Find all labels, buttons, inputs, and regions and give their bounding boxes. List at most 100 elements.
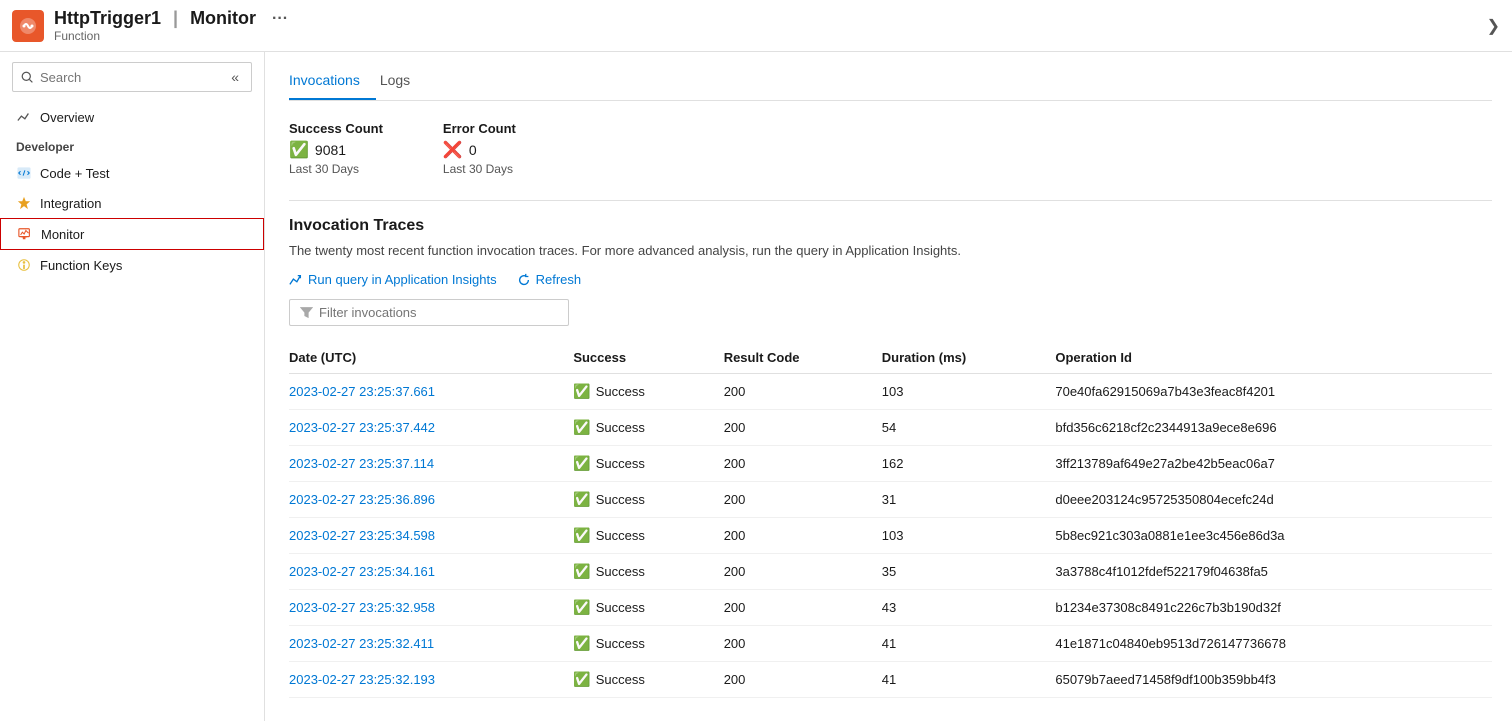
cell-result-code: 200 [724,518,882,554]
sidebar-label-monitor: Monitor [41,227,84,242]
cell-success: ✅ Success [573,410,723,446]
date-link[interactable]: 2023-02-27 23:25:37.114 [289,456,434,471]
tab-invocations[interactable]: Invocations [289,64,376,100]
cell-operation-id: bfd356c6218cf2c2344913a9ece8e696 [1055,410,1492,446]
error-x-icon: ❌ [443,140,463,160]
monitor-icon [17,226,33,242]
success-count-value: ✅ 9081 [289,140,383,160]
cell-date: 2023-02-27 23:25:32.411 [289,626,573,662]
row-success-label: Success [596,456,645,471]
integration-icon [16,195,32,211]
function-icon [18,16,38,36]
search-box[interactable]: « [12,62,252,92]
cell-success: ✅ Success [573,374,723,410]
col-result-code: Result Code [724,342,882,374]
expand-button[interactable]: ❯ [1487,16,1500,36]
date-link[interactable]: 2023-02-27 23:25:34.161 [289,564,435,579]
cell-date: 2023-02-27 23:25:37.442 [289,410,573,446]
filter-icon [300,306,313,319]
app-icon [12,10,44,42]
sidebar-item-monitor[interactable]: Monitor [0,218,264,250]
filter-input-box[interactable] [289,299,569,326]
collapse-button[interactable]: « [227,67,243,87]
tab-logs[interactable]: Logs [380,64,426,100]
section-description: The twenty most recent function invocati… [289,243,1492,258]
sidebar-label-function-keys: Function Keys [40,258,122,273]
cell-result-code: 200 [724,554,882,590]
table-row: 2023-02-27 23:25:37.114 ✅ Success 200 16… [289,446,1492,482]
cell-date: 2023-02-27 23:25:36.896 [289,482,573,518]
table-row: 2023-02-27 23:25:34.598 ✅ Success 200 10… [289,518,1492,554]
row-success-icon: ✅ [573,455,590,472]
cell-duration: 41 [882,662,1056,698]
run-query-link[interactable]: Run query in Application Insights [289,272,497,287]
sidebar-item-code-test[interactable]: Code + Test [0,158,264,188]
date-link[interactable]: 2023-02-27 23:25:32.411 [289,636,434,651]
filter-row [289,299,1492,326]
function-name: HttpTrigger1 [54,8,161,29]
row-success-label: Success [596,672,645,687]
cell-duration: 162 [882,446,1056,482]
header-subtitle: Function [54,29,288,43]
row-success-icon: ✅ [573,419,590,436]
more-options-button[interactable]: ··· [272,10,288,28]
row-success-icon: ✅ [573,671,590,688]
error-count-value: ❌ 0 [443,140,516,160]
filter-invocations-input[interactable] [319,305,558,320]
cell-operation-id: 3a3788c4f1012fdef522179f04638fa5 [1055,554,1492,590]
page-title: HttpTrigger1 | Monitor ··· [54,8,288,29]
date-link[interactable]: 2023-02-27 23:25:37.661 [289,384,435,399]
cell-result-code: 200 [724,446,882,482]
row-success-label: Success [596,384,645,399]
col-duration: Duration (ms) [882,342,1056,374]
date-link[interactable]: 2023-02-27 23:25:32.193 [289,672,435,687]
success-count-label: Success Count [289,121,383,136]
cell-date: 2023-02-27 23:25:32.958 [289,590,573,626]
section-title: Invocation Traces [289,217,1492,235]
header-title-group: HttpTrigger1 | Monitor ··· Function [54,8,288,43]
sidebar-item-overview[interactable]: Overview [0,102,264,132]
date-link[interactable]: 2023-02-27 23:25:34.598 [289,528,435,543]
stats-row: Success Count ✅ 9081 Last 30 Days Error … [289,121,1492,176]
col-success: Success [573,342,723,374]
row-success-icon: ✅ [573,527,590,544]
sidebar-item-integration[interactable]: Integration [0,188,264,218]
cell-operation-id: b1234e37308c8491c226c7b3b190d32f [1055,590,1492,626]
cell-success: ✅ Success [573,554,723,590]
row-success-icon: ✅ [573,563,590,580]
search-input[interactable] [40,70,221,85]
row-success-icon: ✅ [573,635,590,652]
date-link[interactable]: 2023-02-27 23:25:36.896 [289,492,435,507]
table-row: 2023-02-27 23:25:34.161 ✅ Success 200 35… [289,554,1492,590]
stats-divider [289,200,1492,201]
date-link[interactable]: 2023-02-27 23:25:37.442 [289,420,435,435]
date-link[interactable]: 2023-02-27 23:25:32.958 [289,600,435,615]
cell-duration: 103 [882,518,1056,554]
code-test-icon [16,165,32,181]
row-success-icon: ✅ [573,383,590,400]
cell-success: ✅ Success [573,662,723,698]
row-success-label: Success [596,600,645,615]
table-row: 2023-02-27 23:25:37.442 ✅ Success 200 54… [289,410,1492,446]
success-count-block: Success Count ✅ 9081 Last 30 Days [289,121,383,176]
refresh-link[interactable]: Refresh [517,272,582,287]
content-area: Invocations Logs Success Count ✅ 9081 La… [265,52,1512,721]
row-success-label: Success [596,492,645,507]
tabs-bar: Invocations Logs [289,52,1492,101]
table-row: 2023-02-27 23:25:32.958 ✅ Success 200 43… [289,590,1492,626]
cell-operation-id: 5b8ec921c303a0881e1ee3c456e86d3a [1055,518,1492,554]
search-icon [21,71,34,84]
col-date: Date (UTC) [289,342,573,374]
cell-result-code: 200 [724,482,882,518]
sidebar-item-function-keys[interactable]: Function Keys [0,250,264,280]
overview-icon [16,109,32,125]
cell-operation-id: 70e40fa62915069a7b43e3feac8f4201 [1055,374,1492,410]
table-row: 2023-02-27 23:25:36.896 ✅ Success 200 31… [289,482,1492,518]
row-success-icon: ✅ [573,599,590,616]
cell-duration: 31 [882,482,1056,518]
sidebar-section-developer: Developer [0,132,264,158]
function-keys-icon [16,257,32,273]
cell-result-code: 200 [724,374,882,410]
run-query-icon [289,273,303,287]
cell-result-code: 200 [724,410,882,446]
